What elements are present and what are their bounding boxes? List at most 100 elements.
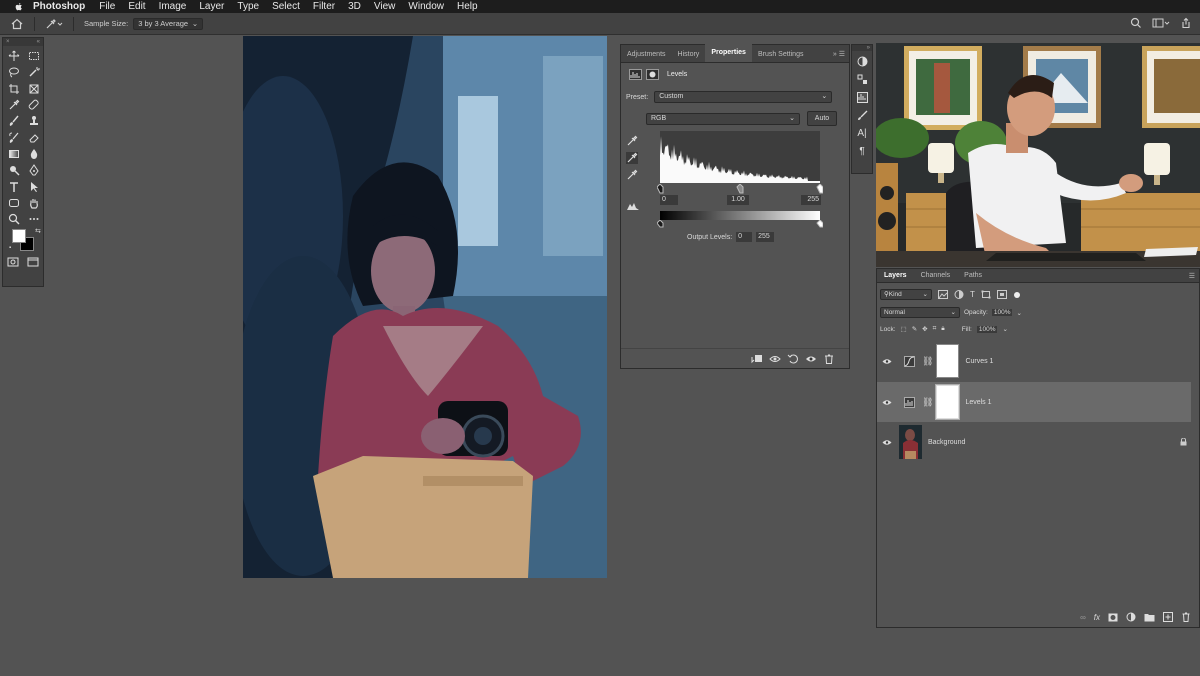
lock-all-icon[interactable]: 🔒︎ [941, 325, 944, 333]
panel-menu-icon[interactable]: » ☰ [829, 50, 849, 62]
menu-filter[interactable]: Filter [313, 1, 335, 12]
chevron-down-icon[interactable]: ⌄ [1002, 325, 1007, 333]
eyedropper-tool-icon[interactable] [45, 18, 63, 30]
layer-name[interactable]: Curves 1 [965, 358, 993, 365]
dodge-tool-icon[interactable] [4, 162, 24, 178]
preset-dropdown[interactable]: Custom ⌄ [654, 91, 833, 103]
input-gamma-slider[interactable] [736, 184, 744, 194]
shape-tool-icon[interactable] [4, 195, 24, 211]
output-white-slider[interactable] [816, 220, 823, 228]
menu-help[interactable]: Help [457, 1, 478, 12]
menu-type[interactable]: Type [237, 1, 259, 12]
auto-button[interactable]: Auto [807, 111, 837, 126]
workspace-icon[interactable] [1152, 17, 1170, 29]
collapse-icon[interactable]: « [37, 38, 40, 46]
tab-channels[interactable]: Channels [914, 272, 958, 279]
quick-mask-icon[interactable] [7, 257, 19, 267]
opacity-field[interactable]: 100% [991, 309, 1013, 316]
layer-name[interactable]: Levels 1 [965, 399, 991, 406]
toggle-visibility-icon[interactable] [805, 354, 817, 364]
menu-file[interactable]: File [99, 1, 115, 12]
new-group-icon[interactable] [1144, 613, 1155, 622]
adjustments-panel-icon[interactable] [856, 92, 868, 103]
chevron-down-icon[interactable]: ⌄ [1016, 309, 1021, 317]
swatches-panel-icon[interactable] [857, 74, 868, 85]
new-layer-icon[interactable] [1163, 612, 1173, 622]
link-layers-icon[interactable]: ∞ [1080, 613, 1086, 622]
type-tool-icon[interactable] [4, 178, 24, 194]
layer-row-curves[interactable]: ⛓ Curves 1 [877, 341, 1191, 381]
panel-menu-icon[interactable]: ☰ [1189, 272, 1199, 280]
default-colors-icon[interactable]: ▪ [9, 245, 11, 251]
brush-tool-icon[interactable] [4, 113, 24, 129]
input-white-slider[interactable] [816, 184, 823, 194]
apple-icon[interactable] [13, 2, 25, 12]
sample-size-dropdown[interactable]: 3 by 3 Average ⌄ [133, 17, 204, 30]
black-point-eyedropper-icon[interactable] [626, 135, 638, 147]
clip-to-layer-icon[interactable] [751, 354, 763, 364]
eraser-tool-icon[interactable] [24, 129, 44, 145]
magic-wand-tool-icon[interactable] [24, 64, 44, 80]
filter-shape-icon[interactable] [981, 290, 991, 299]
gray-point-eyedropper-icon[interactable] [626, 152, 638, 164]
add-mask-icon[interactable] [1108, 613, 1118, 622]
calculate-histogram-icon[interactable] [626, 200, 640, 212]
output-black-field[interactable]: 0 [736, 232, 753, 242]
filter-kind-dropdown[interactable]: ⚲Kind ⌄ [880, 289, 932, 300]
layer-row-background[interactable]: Background [877, 422, 1191, 462]
layer-name[interactable]: Background [928, 439, 965, 446]
layer-row-levels[interactable]: ⛓ Levels 1 [877, 382, 1191, 422]
foreground-color-swatch[interactable] [12, 229, 26, 244]
tab-adjustments[interactable]: Adjustments [621, 51, 672, 62]
lock-position-icon[interactable]: ✥ [922, 325, 927, 333]
swap-colors-icon[interactable]: ⇆ [35, 227, 41, 235]
fill-field[interactable]: 100% [976, 325, 998, 333]
character-panel-icon[interactable]: A| [857, 128, 866, 139]
layer-thumbnail[interactable] [899, 425, 922, 459]
menu-3d[interactable]: 3D [348, 1, 361, 12]
more-tools-icon[interactable] [24, 211, 44, 227]
lock-image-icon[interactable]: ✎ [912, 325, 917, 333]
gradient-tool-icon[interactable] [4, 146, 24, 162]
mask-link-icon[interactable]: ⛓ [922, 397, 933, 408]
move-tool-icon[interactable] [4, 48, 24, 64]
blur-tool-icon[interactable] [24, 146, 44, 162]
eyedropper-icon[interactable] [4, 97, 24, 113]
output-white-field[interactable]: 255 [756, 232, 775, 242]
marquee-tool-icon[interactable] [24, 48, 44, 64]
fx-icon[interactable]: fx [1094, 613, 1100, 622]
tab-brush-settings[interactable]: Brush Settings [752, 51, 810, 62]
clone-stamp-icon[interactable] [24, 113, 44, 129]
lock-artboard-icon[interactable]: ⌗ [933, 325, 937, 333]
crop-tool-icon[interactable] [4, 81, 24, 97]
paragraph-panel-icon[interactable]: ¶ [859, 146, 864, 157]
menu-select[interactable]: Select [272, 1, 300, 12]
share-icon[interactable] [1180, 17, 1192, 29]
filter-smart-object-icon[interactable] [996, 290, 1007, 299]
eye-icon[interactable] [882, 358, 892, 365]
input-black-slider[interactable] [657, 184, 664, 194]
lock-transparent-icon[interactable]: ⬚ [901, 325, 907, 333]
frame-tool-icon[interactable] [24, 81, 44, 97]
menu-edit[interactable]: Edit [128, 1, 145, 12]
eye-icon[interactable] [882, 439, 892, 446]
menu-view[interactable]: View [374, 1, 396, 12]
hand-tool-icon[interactable] [24, 195, 44, 211]
brushes-panel-icon[interactable] [857, 110, 868, 121]
filter-adjustment-icon[interactable] [954, 290, 964, 299]
tab-layers[interactable]: Layers [877, 272, 914, 279]
close-icon[interactable]: × [6, 38, 10, 46]
menu-window[interactable]: Window [408, 1, 444, 12]
reset-adjustment-icon[interactable] [787, 354, 799, 364]
view-previous-state-icon[interactable] [769, 354, 781, 364]
tab-paths[interactable]: Paths [957, 272, 989, 279]
menu-image[interactable]: Image [159, 1, 187, 12]
input-gamma-field[interactable]: 1.00 [727, 195, 749, 205]
filter-pixel-icon[interactable] [938, 290, 948, 299]
input-white-field[interactable]: 255 [801, 195, 821, 205]
eye-icon[interactable] [882, 399, 892, 406]
mask-link-icon[interactable]: ⛓ [922, 356, 933, 367]
layer-mask-thumbnail[interactable] [936, 344, 960, 378]
history-brush-icon[interactable] [4, 129, 24, 145]
output-black-slider[interactable] [657, 220, 664, 228]
